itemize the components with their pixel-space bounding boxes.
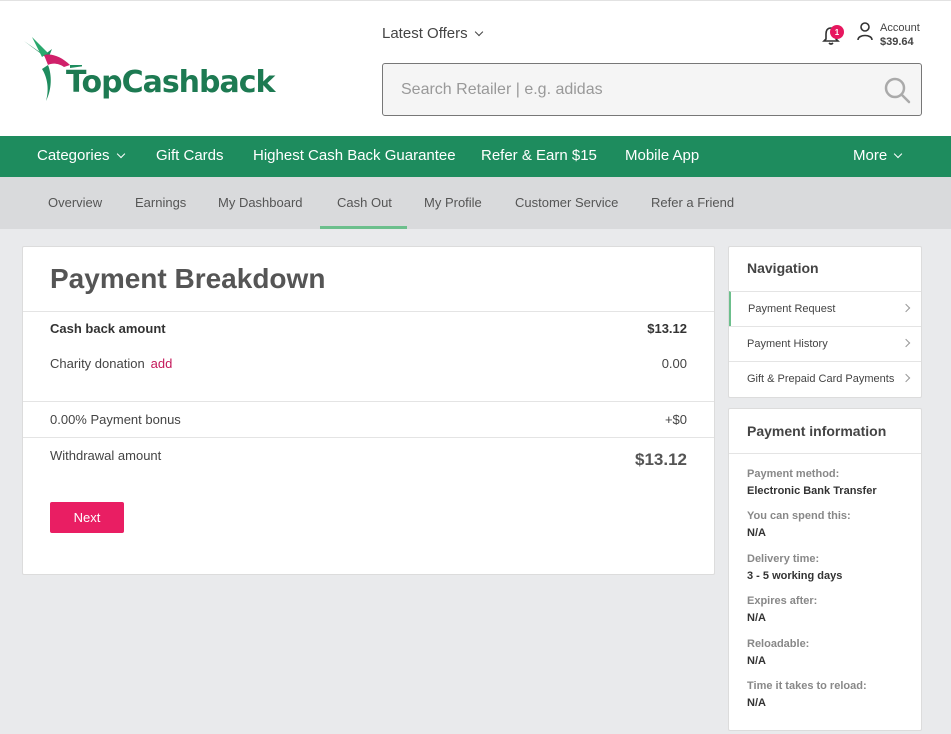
charity-donation-label: Charity donation (50, 356, 145, 371)
account-label: Account (880, 22, 920, 34)
tab-refer-a-friend[interactable]: Refer a Friend (651, 195, 734, 210)
expires-after-value: N/A (747, 612, 766, 624)
navigation-card: Navigation Payment Request Payment Histo… (728, 246, 922, 398)
cashback-amount-value: $13.12 (647, 321, 687, 336)
payment-information-card: Payment information Payment method: Elec… (728, 408, 922, 731)
main-nav: Categories Gift Cards Highest Cash Back … (0, 136, 951, 177)
reloadable-value: N/A (747, 655, 766, 667)
delivery-time-value: 3 - 5 working days (747, 570, 843, 582)
payment-method-label: Payment method: (747, 468, 840, 480)
divider (23, 401, 714, 402)
sidebar-item-payment-request[interactable]: Payment Request (729, 291, 921, 326)
payment-information-title: Payment information (747, 423, 887, 439)
delivery-time-label: Delivery time: (747, 553, 820, 565)
chevron-down-icon (474, 27, 483, 37)
tab-my-dashboard[interactable]: My Dashboard (218, 195, 303, 210)
sidebar-item-gift-prepaid-payments[interactable]: Gift & Prepaid Card Payments (729, 361, 921, 396)
latest-offers-label: Latest Offers (382, 25, 468, 42)
search-box (382, 63, 922, 116)
tab-my-profile[interactable]: My Profile (424, 195, 482, 210)
cashback-amount-label: Cash back amount (50, 321, 166, 336)
spend-value: N/A (747, 527, 766, 539)
payment-method-value: Electronic Bank Transfer (747, 485, 877, 497)
page-title: Payment Breakdown (50, 263, 326, 294)
account-menu[interactable]: Account $39.64 (856, 21, 920, 49)
reload-time-label: Time it takes to reload: (747, 680, 867, 692)
chevron-down-icon (116, 149, 125, 159)
nav-categories-label: Categories (37, 147, 110, 164)
search-input[interactable] (383, 64, 873, 115)
nav-gift-cards[interactable]: Gift Cards (156, 147, 224, 164)
chevron-right-icon (901, 338, 911, 348)
latest-offers-dropdown[interactable]: Latest Offers (382, 25, 483, 42)
user-icon (857, 22, 873, 41)
reloadable-label: Reloadable: (747, 638, 810, 650)
nav-more-label: More (853, 147, 888, 164)
site-header: TopCashback Latest Offers 1 Account $39.… (0, 0, 951, 136)
nav-mobile-app[interactable]: Mobile App (625, 147, 699, 164)
spend-label: You can spend this: (747, 510, 851, 522)
payment-bonus-label: 0.00% Payment bonus (50, 412, 181, 427)
topcashback-logo[interactable]: TopCashback (22, 35, 275, 105)
sidebar-item-label: Gift & Prepaid Card Payments (747, 373, 895, 385)
nav-more[interactable]: More (853, 147, 903, 164)
withdrawal-amount-label: Withdrawal amount (50, 448, 162, 463)
divider (23, 437, 714, 438)
sidebar-item-label: Payment History (747, 338, 828, 350)
tab-earnings[interactable]: Earnings (135, 195, 186, 210)
add-charity-link[interactable]: add (151, 356, 173, 371)
navigation-title: Navigation (747, 260, 819, 276)
active-tab-indicator (320, 226, 407, 229)
logo-wordmark: TopCashback (66, 65, 275, 100)
search-icon[interactable] (883, 76, 911, 104)
tab-cash-out[interactable]: Cash Out (337, 195, 392, 210)
reload-time-value: N/A (747, 697, 766, 709)
tab-customer-service[interactable]: Customer Service (515, 195, 618, 210)
payment-bonus-value: +$0 (664, 412, 687, 427)
sidebar-item-label: Payment Request (748, 303, 836, 315)
chevron-right-icon (901, 373, 911, 383)
charity-donation-value: 0.00 (661, 356, 687, 371)
tab-overview[interactable]: Overview (48, 195, 102, 210)
divider (23, 311, 714, 312)
account-balance: $39.64 (880, 36, 914, 48)
nav-highest-cashback-guarantee[interactable]: Highest Cash Back Guarantee (253, 147, 456, 164)
payment-breakdown-card: Payment Breakdown Cash back amount $13.1… (22, 246, 715, 575)
divider (729, 453, 921, 454)
next-button[interactable]: Next (50, 502, 124, 533)
withdrawal-amount-value: $13.12 (635, 450, 687, 469)
expires-after-label: Expires after: (747, 595, 818, 607)
nav-refer-earn[interactable]: Refer & Earn $15 (481, 147, 597, 164)
account-subnav: Overview Earnings My Dashboard Cash Out … (0, 177, 951, 229)
charity-donation-row: Charity donation add (50, 356, 172, 371)
sidebar-item-payment-history[interactable]: Payment History (729, 326, 921, 361)
notification-badge: 1 (830, 25, 844, 39)
chevron-right-icon (901, 303, 911, 313)
chevron-down-icon (893, 149, 903, 159)
nav-categories[interactable]: Categories (37, 147, 125, 164)
